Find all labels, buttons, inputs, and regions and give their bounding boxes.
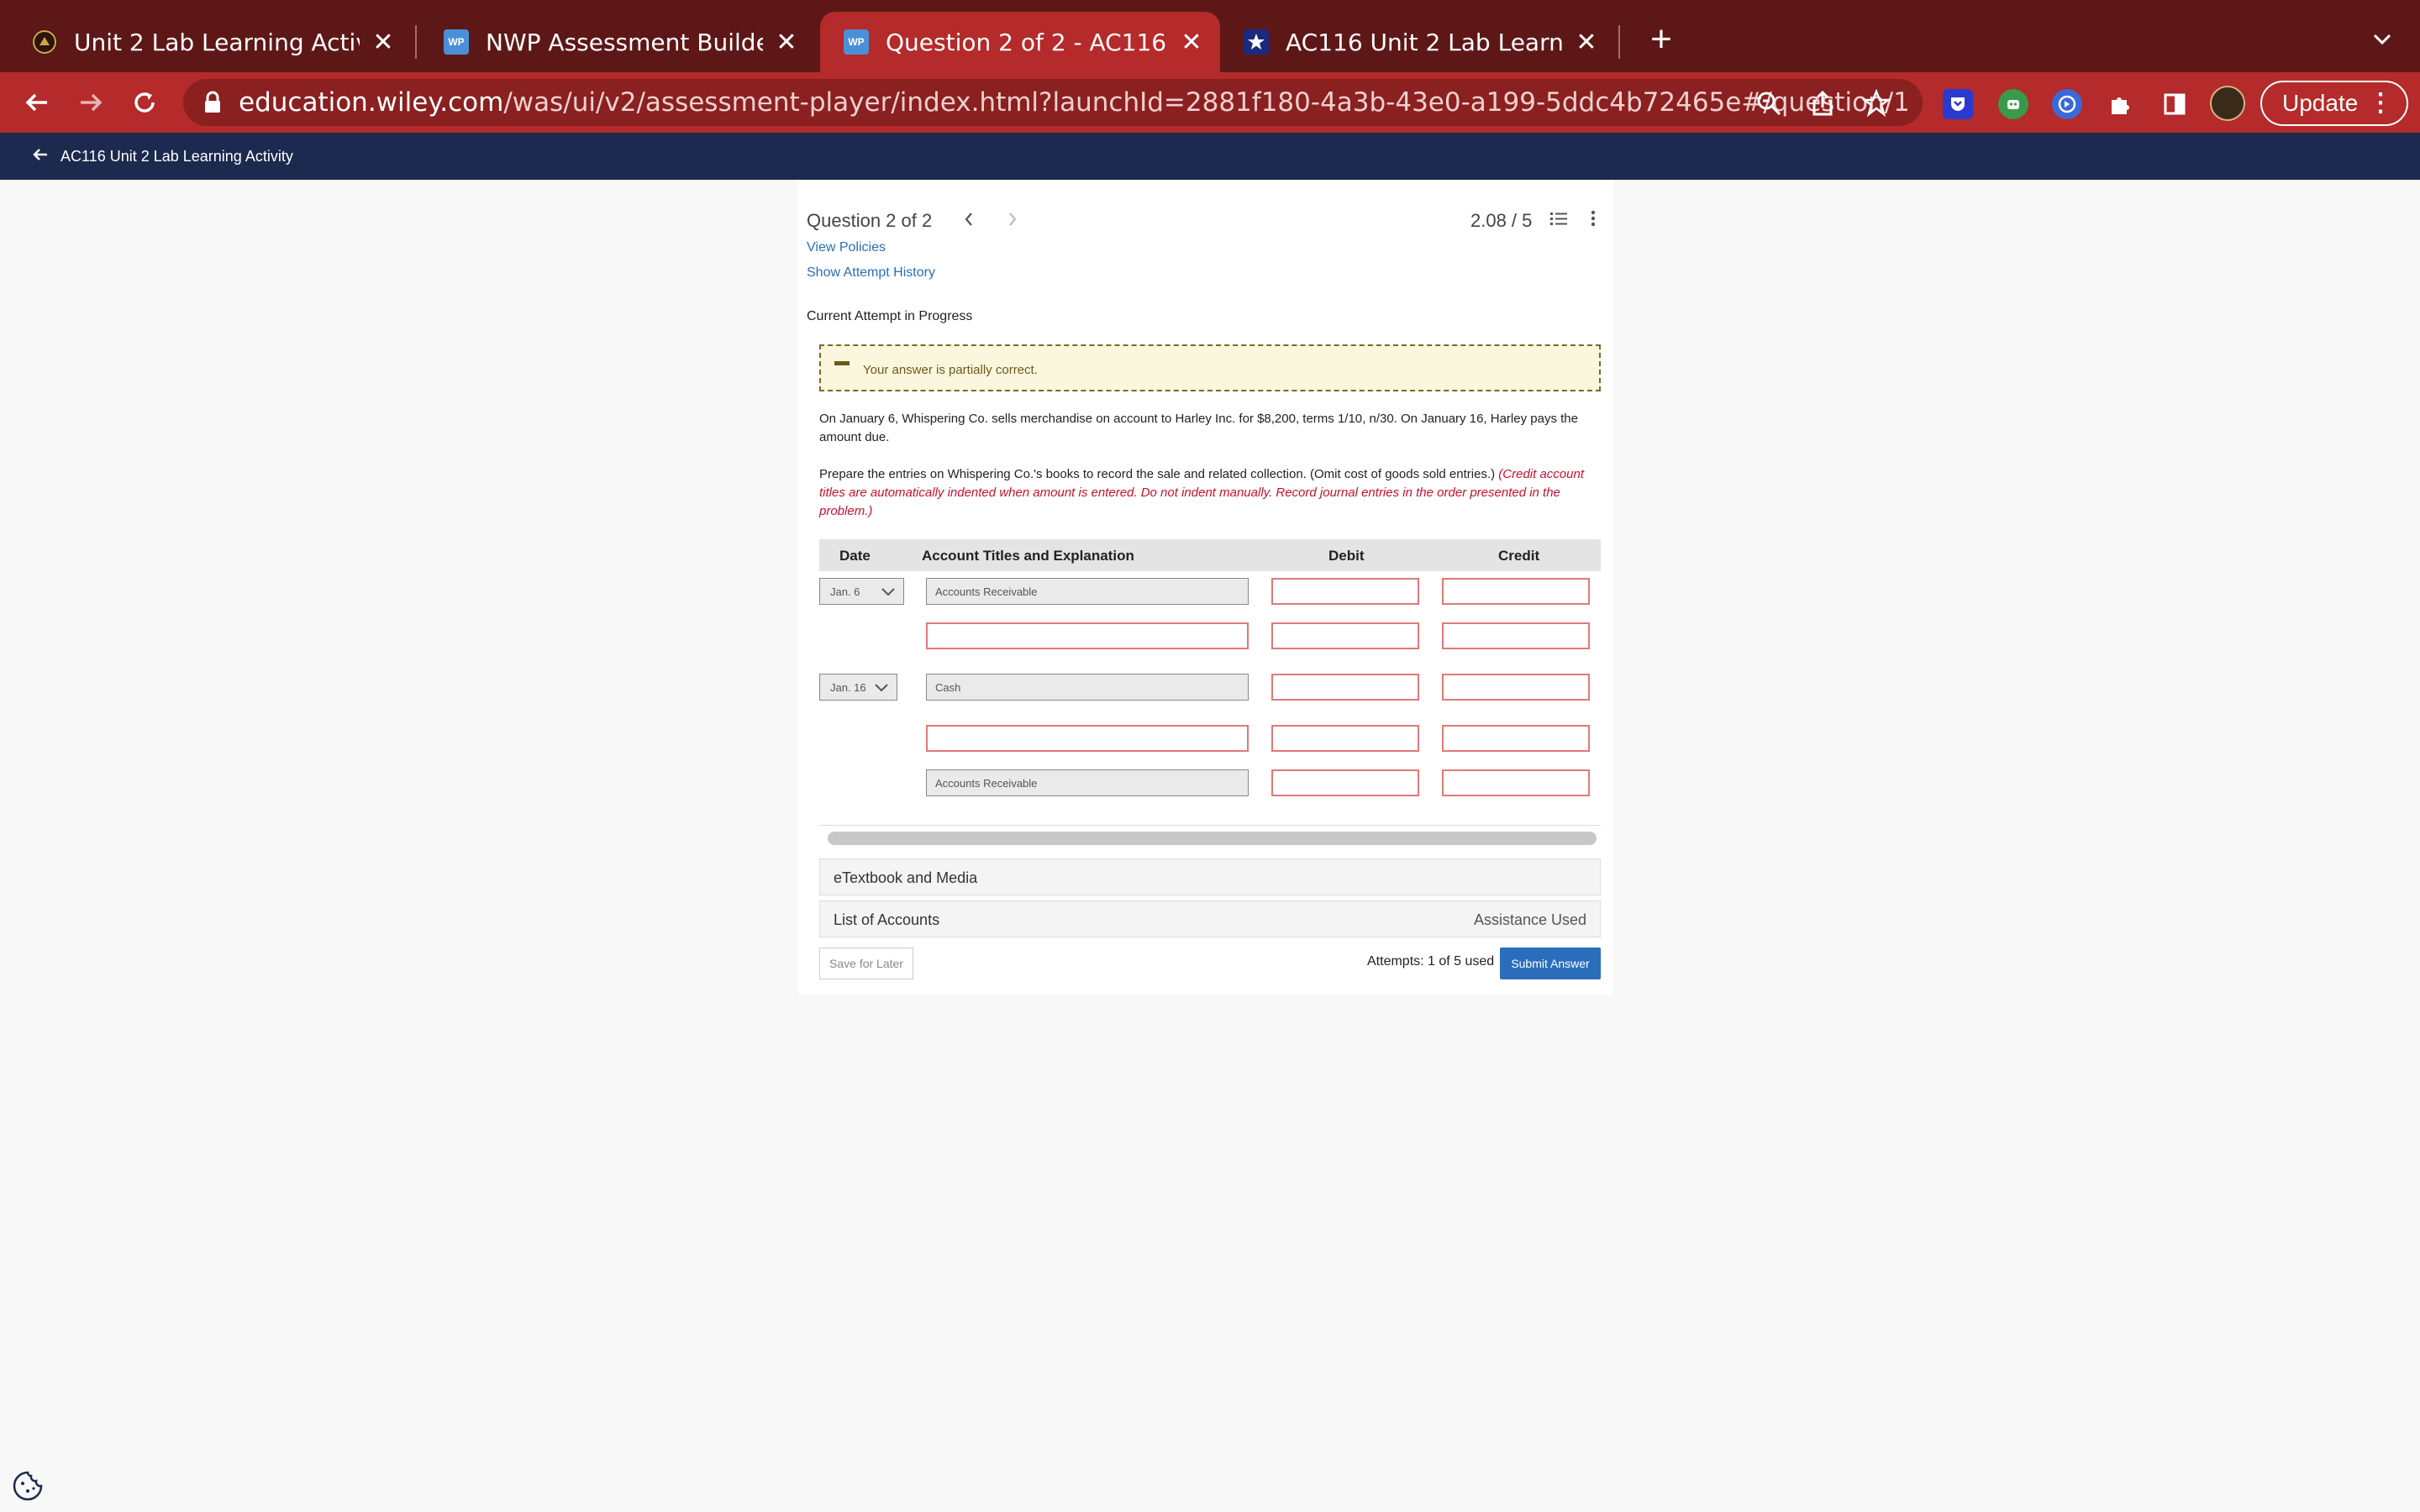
debit-input[interactable]: [1271, 674, 1419, 701]
lab-favicon-icon: [32, 29, 57, 55]
forward-arrow-icon[interactable]: [72, 84, 109, 121]
date-header: Date: [839, 548, 871, 564]
debit-input[interactable]: [1271, 725, 1419, 752]
view-policies-link[interactable]: View Policies: [807, 240, 886, 255]
debit-input[interactable]: [1271, 578, 1419, 605]
browser-tab-bar: Unit 2 Lab Learning Activity - A ✕ WP NW…: [0, 0, 2420, 72]
credit-input[interactable]: [1442, 622, 1590, 649]
date-value: Jan. 16: [830, 681, 866, 694]
tab-title: Unit 2 Lab Learning Activity - A: [74, 28, 360, 56]
question-prompt: On January 6, Whispering Co. sells merch…: [819, 412, 1578, 444]
close-tab-icon[interactable]: ✕: [773, 29, 800, 56]
tab-divider: [1618, 25, 1620, 59]
account-title-input[interactable]: Accounts Receivable: [926, 578, 1249, 605]
previous-question-icon[interactable]: [958, 207, 980, 232]
date-select[interactable]: Jan. 6: [819, 578, 904, 605]
browser-toolbar: education.wiley.com/was/ui/v2/assessment…: [0, 72, 2420, 133]
feedback-banner: Your answer is partially correct.: [819, 344, 1601, 391]
browser-tab-3[interactable]: WP Question 2 of 2 - AC116 Unit 2 ✕: [820, 12, 1220, 72]
partial-correct-icon: [834, 361, 850, 365]
back-to-activity-link[interactable]: AC116 Unit 2 Lab Learning Activity: [60, 148, 293, 165]
more-vertical-icon[interactable]: [1588, 207, 1598, 230]
close-tab-icon[interactable]: ✕: [370, 29, 397, 56]
wp-favicon-icon: WP: [444, 29, 469, 55]
browser-tab-1[interactable]: Unit 2 Lab Learning Activity - A ✕: [8, 12, 412, 72]
close-tab-icon[interactable]: ✕: [1178, 29, 1205, 56]
question-header: Question 2 of 2 2.08 / 5: [807, 198, 1605, 245]
bookmark-star-icon[interactable]: [1861, 88, 1891, 118]
tab-title: AC116 Unit 2 Lab Learning Acti: [1286, 28, 1563, 56]
attempt-history-link[interactable]: Show Attempt History: [807, 265, 935, 281]
debit-input[interactable]: [1271, 622, 1419, 649]
list-of-accounts-section[interactable]: List of Accounts Assistance Used: [819, 900, 1601, 937]
table-header-row: Date Account Titles and Explanation Debi…: [819, 539, 1601, 571]
zoom-icon[interactable]: [1754, 89, 1783, 118]
question-list-icon[interactable]: [1548, 208, 1570, 230]
question-instructions: Prepare the entries on Whispering Co.'s …: [819, 465, 1601, 521]
update-button[interactable]: Update ⋮: [2260, 81, 2408, 126]
profile-avatar[interactable]: [2210, 86, 2245, 121]
reload-icon[interactable]: [126, 84, 163, 121]
date-select[interactable]: Jan. 16: [819, 674, 897, 701]
url-text[interactable]: education.wiley.com/was/ui/v2/assessment…: [239, 87, 1910, 118]
url-host: education.wiley.com: [239, 87, 504, 118]
browser-tab-4[interactable]: AC116 Unit 2 Lab Learning Acti ✕: [1220, 12, 1615, 72]
account-title-input[interactable]: [926, 725, 1249, 752]
chevron-down-icon: [873, 680, 890, 695]
share-icon[interactable]: [1808, 89, 1837, 118]
next-question-icon[interactable]: [1002, 207, 1023, 232]
debit-input[interactable]: [1271, 769, 1419, 796]
credit-input[interactable]: [1442, 674, 1590, 701]
etextbook-label: eTextbook and Media: [834, 869, 978, 886]
tab-title: Question 2 of 2 - AC116 Unit 2: [886, 28, 1168, 56]
lock-icon[interactable]: [202, 91, 224, 114]
update-label: Update: [2282, 90, 2359, 116]
debit-header: Debit: [1328, 548, 1365, 564]
app-header: AC116 Unit 2 Lab Learning Activity: [0, 133, 2420, 180]
account-title-input[interactable]: [926, 622, 1249, 649]
instructions-text: Prepare the entries on Whispering Co.'s …: [819, 467, 1496, 481]
list-of-accounts-label: List of Accounts: [834, 911, 940, 928]
back-arrow-icon[interactable]: [32, 145, 49, 167]
puzzle-extensions-icon[interactable]: [2106, 89, 2136, 119]
credit-input[interactable]: [1442, 725, 1590, 752]
question-score: 2.08 / 5: [1470, 210, 1533, 231]
question-title: Question 2 of 2: [807, 210, 933, 231]
attempt-status: Current Attempt in Progress: [807, 309, 973, 323]
browser-tab-2[interactable]: WP NWP Assessment Builder UI Ap ✕: [420, 12, 815, 72]
back-arrow-icon[interactable]: [18, 84, 55, 121]
tab-divider: [415, 25, 417, 59]
chevron-down-icon: [880, 584, 897, 599]
chevron-down-icon[interactable]: [2368, 25, 2396, 54]
extension-robot-icon[interactable]: [1998, 89, 2028, 119]
url-path: /was/ui/v2/assessment-player/index.html?…: [503, 87, 1910, 118]
account-header: Account Titles and Explanation: [922, 548, 1134, 564]
etextbook-section[interactable]: eTextbook and Media: [819, 858, 1601, 895]
date-value: Jan. 6: [830, 585, 860, 598]
attempts-counter: Attempts: 1 of 5 used: [1367, 954, 1495, 969]
assistance-used-label: Assistance Used: [1473, 911, 1586, 928]
credit-input[interactable]: [1442, 769, 1590, 796]
credit-input[interactable]: [1442, 578, 1590, 605]
extension-shield-icon[interactable]: [1943, 89, 1973, 119]
submit-answer-button[interactable]: Submit Answer: [1500, 948, 1601, 979]
more-vertical-icon[interactable]: ⋮: [2368, 91, 2393, 116]
account-title-input[interactable]: Cash: [926, 674, 1249, 701]
address-bar[interactable]: education.wiley.com/was/ui/v2/assessment…: [183, 79, 1923, 126]
cookie-icon[interactable]: [12, 1470, 44, 1502]
new-tab-icon[interactable]: +: [1642, 18, 1681, 60]
account-title-input[interactable]: Accounts Receivable: [926, 769, 1249, 796]
feedback-message: Your answer is partially correct.: [863, 363, 1038, 377]
save-for-later-button[interactable]: Save for Later: [819, 948, 913, 979]
side-panel-icon[interactable]: [2160, 89, 2190, 119]
star-favicon-icon: [1244, 29, 1269, 55]
tab-title: NWP Assessment Builder UI Ap: [486, 28, 763, 56]
extension-media-icon[interactable]: [2052, 89, 2082, 119]
horizontal-scrollbar[interactable]: [828, 832, 1597, 845]
wp-favicon-icon: WP: [844, 29, 869, 55]
credit-header: Credit: [1498, 548, 1540, 564]
question-panel: Question 2 of 2 2.08 / 5 View Policies S…: [798, 180, 1613, 995]
close-tab-icon[interactable]: ✕: [1573, 29, 1600, 56]
